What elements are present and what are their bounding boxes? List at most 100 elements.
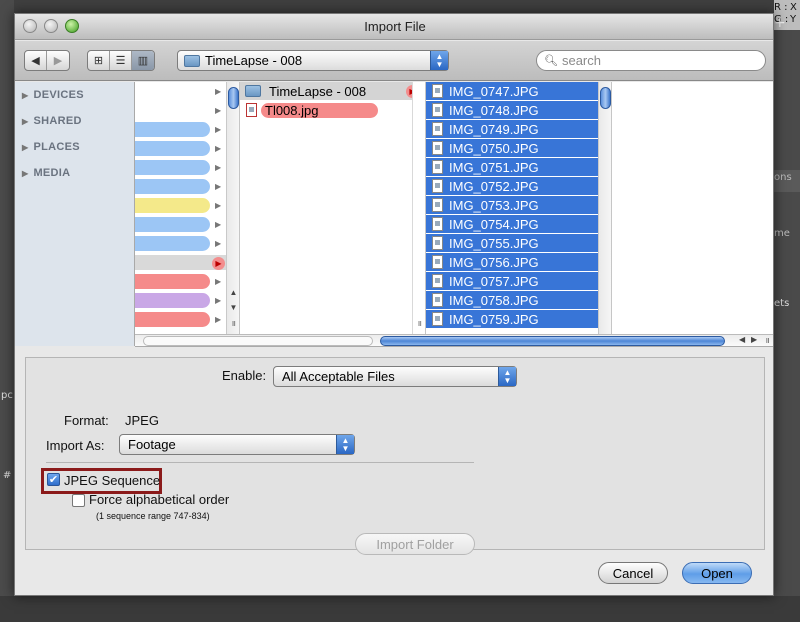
cancel-label: Cancel — [612, 565, 654, 581]
import-as-value: Footage — [128, 437, 176, 452]
jpg-file-icon — [432, 122, 443, 136]
list-item[interactable] — [135, 274, 210, 289]
list-item-selected[interactable]: IMG_0753.JPG — [426, 196, 611, 214]
list-item-selected[interactable]: IMG_0758.JPG — [426, 291, 611, 309]
scroll-down-icon[interactable]: ▼ — [227, 303, 239, 312]
sidebar-item-media[interactable]: ▶ MEDIA — [22, 167, 70, 179]
scroll-thumb[interactable] — [228, 87, 239, 109]
column-resize-icon[interactable]: ॥ — [413, 318, 425, 329]
back-forward-control: ◀ ▶ — [24, 50, 70, 71]
import-as-popup[interactable]: Footage ▲ ▼ — [119, 434, 355, 455]
list-item-selected[interactable]: IMG_0749.JPG — [426, 120, 611, 138]
column-3-scrollbar[interactable] — [598, 82, 611, 334]
file-name: IMG_0756.JPG — [449, 254, 539, 270]
jpg-file-icon — [432, 217, 443, 231]
import-options-panel: Enable: All Acceptable Files ▲ ▼ Format: … — [25, 357, 765, 555]
list-item[interactable] — [135, 160, 210, 175]
popup-arrows-icon: ▲ ▼ — [430, 51, 448, 70]
icon-view-icon: ⊞ — [93, 55, 104, 67]
popup-arrows-icon: ▲ ▼ — [498, 367, 516, 386]
open-button[interactable]: Open — [682, 562, 752, 584]
list-item[interactable] — [135, 236, 210, 251]
cancel-button[interactable]: Cancel — [598, 562, 668, 584]
folder-arrow-icon: ▶ — [215, 144, 222, 153]
back-arrow-icon: ◀ — [31, 55, 40, 67]
forward-button[interactable]: ▶ — [47, 51, 69, 70]
enable-value: All Acceptable Files — [282, 369, 395, 384]
scroll-thumb[interactable] — [600, 87, 611, 109]
list-item[interactable] — [135, 217, 210, 232]
column-2-resize-strip: ॥ — [412, 82, 425, 334]
jpg-file-icon — [432, 160, 443, 174]
background-text: me — [774, 228, 790, 239]
browser-column-4 — [612, 82, 773, 334]
background-text: R : — [774, 2, 788, 13]
search-field[interactable]: 🔍︎ search — [536, 50, 766, 71]
file-name: IMG_0757.JPG — [449, 273, 539, 289]
scroll-left-icon[interactable]: ◀ — [739, 335, 745, 344]
force-alphabetical-checkbox[interactable] — [72, 494, 85, 507]
disclosure-triangle-icon: ▶ — [22, 169, 29, 178]
scroll-right-icon[interactable]: ▶ — [751, 335, 757, 344]
list-item-selected[interactable]: IMG_0748.JPG — [426, 101, 611, 119]
background-app-bottom-edge — [0, 596, 800, 622]
format-value: JPEG — [125, 413, 159, 428]
file-name: IMG_0751.JPG — [449, 159, 539, 175]
sidebar-item-label: SHARED — [33, 115, 82, 127]
folder-icon — [245, 85, 261, 97]
list-item[interactable] — [135, 312, 210, 327]
list-item-selected[interactable]: IMG_0757.JPG — [426, 272, 611, 290]
background-text: pc — [1, 390, 13, 401]
list-item-selected[interactable]: IMG_0759.JPG — [426, 310, 611, 328]
background-text: Y — [790, 14, 797, 25]
sidebar-item-devices[interactable]: ▶ DEVICES — [22, 89, 84, 101]
back-button[interactable]: ◀ — [25, 51, 47, 70]
list-item[interactable]: Tl008.jpg — [240, 101, 425, 119]
icon-view-button[interactable]: ⊞ — [88, 51, 110, 70]
horizontal-scrollbar[interactable]: ◀ ▶ ॥ — [135, 334, 773, 347]
scroll-thumb[interactable] — [380, 336, 725, 346]
list-item[interactable] — [135, 293, 210, 308]
list-item-selected[interactable]: IMG_0756.JPG — [426, 253, 611, 271]
background-app-right-edge: R : G : X Y + ons me ets — [774, 0, 800, 622]
folder-arrow-icon: ▶ — [215, 125, 222, 134]
folder-arrow-icon: ▶ — [215, 106, 222, 115]
column-resize-icon[interactable]: ॥ — [765, 335, 770, 346]
list-item[interactable] — [135, 179, 210, 194]
file-name: IMG_0750.JPG — [449, 140, 539, 156]
checkmark-icon: ✔ — [48, 474, 59, 486]
list-item-selected[interactable]: TimeLapse - 008 ▶ — [240, 82, 425, 100]
import-file-dialog: Import File ◀ ▶ ⊞ ☰ ▥ TimeLapse - 008 ▲ ▼… — [14, 13, 774, 596]
list-view-button[interactable]: ☰ — [110, 51, 132, 70]
force-alphabetical-label: Force alphabetical order — [89, 492, 230, 507]
folder-arrow-icon: ▶ — [215, 182, 222, 191]
file-name: IMG_0758.JPG — [449, 292, 539, 308]
list-item[interactable] — [135, 198, 210, 213]
sidebar-item-places[interactable]: ▶ PLACES — [22, 141, 80, 153]
background-text: # — [3, 470, 12, 481]
column-1-scrollbar[interactable]: ▲ ▼ ॥ — [226, 82, 239, 334]
list-item[interactable] — [135, 122, 210, 137]
column-resize-icon[interactable]: ॥ — [227, 318, 239, 329]
sidebar-item-label: MEDIA — [33, 167, 71, 179]
list-item-selected[interactable]: IMG_0755.JPG — [426, 234, 611, 252]
divider — [46, 462, 474, 463]
jpeg-sequence-checkbox[interactable]: ✔ — [47, 473, 60, 486]
list-item-selected[interactable]: IMG_0747.JPG — [426, 82, 611, 100]
import-folder-button[interactable]: Import Folder — [355, 533, 475, 555]
scroll-track — [143, 336, 373, 346]
sidebar-item-shared[interactable]: ▶ SHARED — [22, 115, 82, 127]
list-item-selected[interactable]: IMG_0750.JPG — [426, 139, 611, 157]
enable-popup[interactable]: All Acceptable Files ▲ ▼ — [273, 366, 517, 387]
column-view-button[interactable]: ▥ — [132, 51, 154, 70]
format-label: Format: — [64, 413, 109, 428]
list-item[interactable] — [135, 141, 210, 156]
disclosure-triangle-icon: ▶ — [22, 117, 29, 126]
list-item-selected[interactable]: IMG_0751.JPG — [426, 158, 611, 176]
folder-arrow-icon: ▶ — [215, 315, 222, 324]
list-item-selected[interactable]: IMG_0754.JPG — [426, 215, 611, 233]
browser-column-3: IMG_0747.JPG IMG_0748.JPG IMG_0749.JPG IMG_… — [426, 82, 612, 334]
scroll-up-icon[interactable]: ▲ — [227, 288, 239, 297]
location-popup[interactable]: TimeLapse - 008 ▲ ▼ — [177, 50, 449, 71]
list-item-selected[interactable]: IMG_0752.JPG — [426, 177, 611, 195]
